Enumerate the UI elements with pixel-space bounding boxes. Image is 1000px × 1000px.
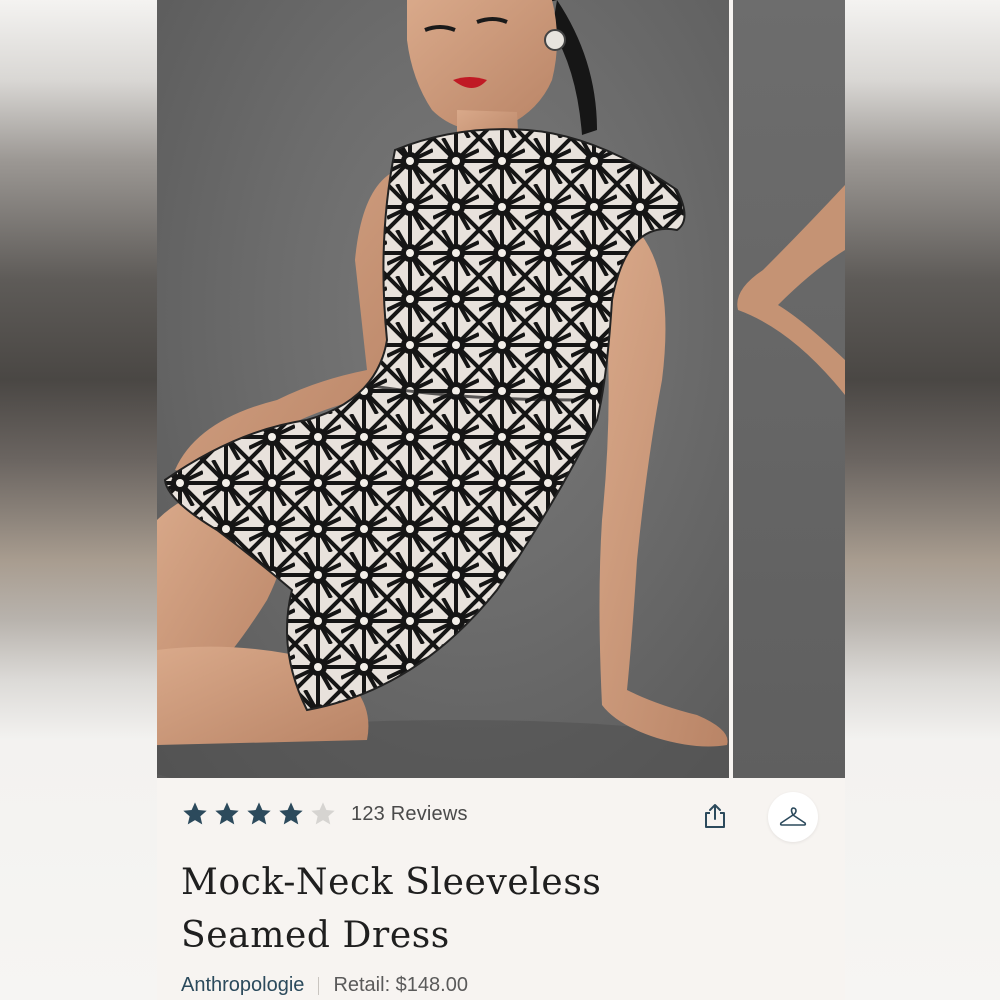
- brand-link[interactable]: Anthropologie: [181, 974, 304, 997]
- model-photo-illustration: [157, 0, 729, 778]
- star-icon: [279, 802, 303, 825]
- rating-row[interactable]: 123 Reviews: [181, 800, 468, 828]
- save-to-closet-button[interactable]: [768, 792, 818, 842]
- product-photo-next-preview[interactable]: [733, 0, 845, 778]
- product-title: Mock-Neck Sleeveless Seamed Dress: [181, 856, 741, 962]
- product-title-line-1: Mock-Neck Sleeveless: [181, 862, 602, 903]
- hanger-icon: [779, 807, 807, 826]
- image-gallery[interactable]: [157, 0, 845, 778]
- star-icon: [215, 802, 239, 825]
- star-icon: [247, 802, 271, 825]
- star-icon: [183, 802, 207, 825]
- product-title-line-2: Seamed Dress: [181, 915, 450, 956]
- reviews-count-link[interactable]: 123 Reviews: [351, 803, 468, 826]
- divider: [318, 976, 320, 995]
- model-arm-illustration: [737, 185, 845, 395]
- product-info-panel: 123 Reviews Mock-Neck Sleeveless Seamed …: [157, 778, 845, 1000]
- product-photo-main[interactable]: [157, 0, 729, 778]
- product-card: 123 Reviews Mock-Neck Sleeveless Seamed …: [157, 0, 845, 1000]
- star-empty-icon: [311, 802, 335, 825]
- retail-price: Retail: $148.00: [333, 974, 468, 996]
- share-button[interactable]: [697, 798, 733, 834]
- brand-price-row: Anthropologie Retail: $148.00: [181, 974, 468, 997]
- share-icon: [705, 804, 725, 828]
